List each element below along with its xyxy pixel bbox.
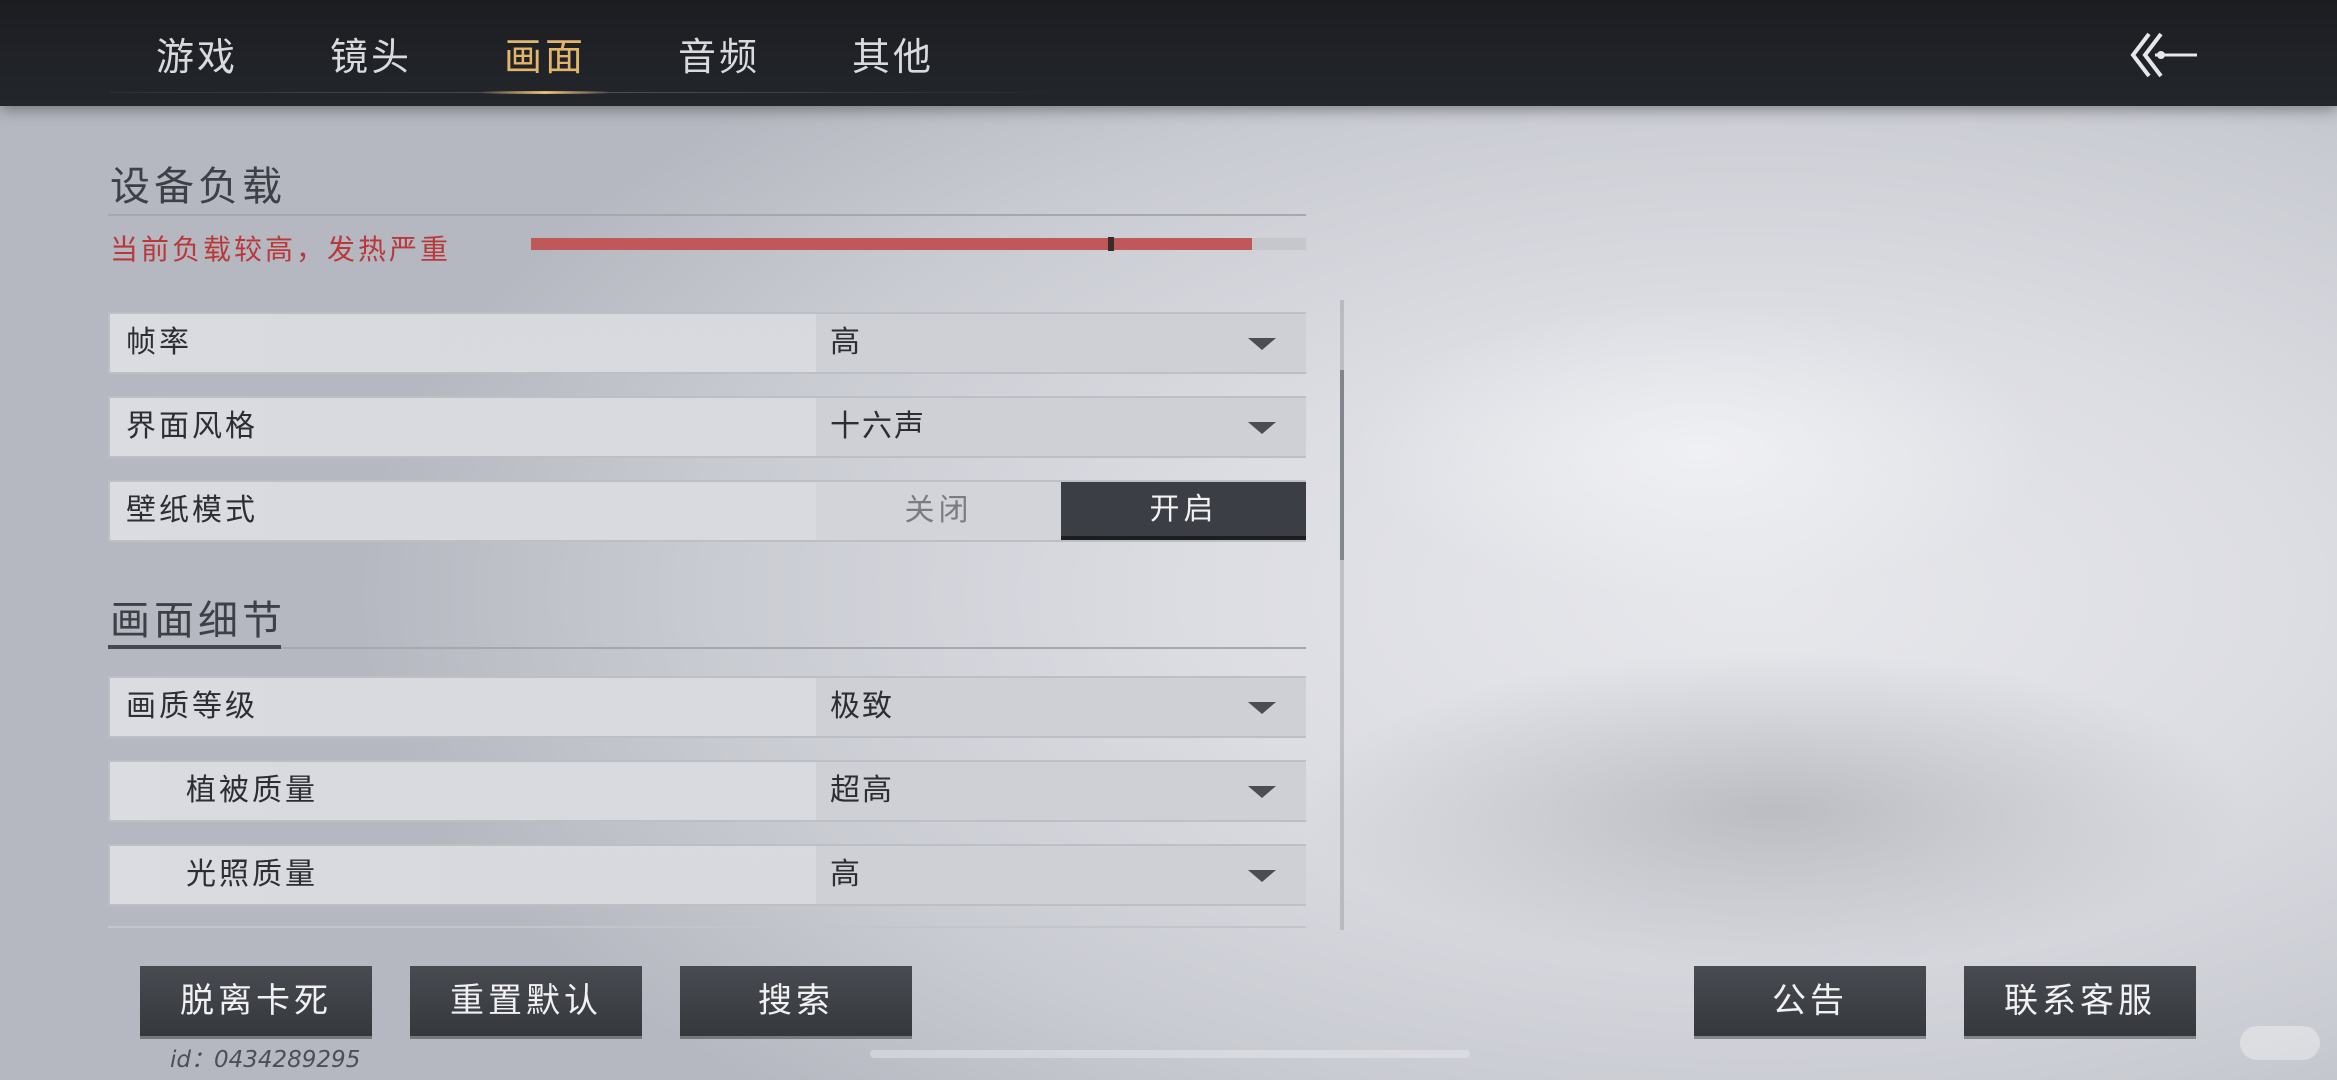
tab-game[interactable]: 游戏	[110, 0, 284, 106]
lighting-quality-label: 光照质量	[186, 857, 318, 892]
announcement-button[interactable]: 公告	[1694, 966, 1926, 1036]
reset-default-button[interactable]: 重置默认	[410, 966, 642, 1036]
tab-graphics[interactable]: 画面	[458, 0, 632, 106]
chevron-down-icon	[1248, 422, 1276, 434]
scrollbar-thumb[interactable]	[1340, 370, 1344, 560]
wallpaper-on-option[interactable]: 开启	[1061, 482, 1306, 540]
section-divider	[108, 214, 1306, 216]
load-meter-fill	[531, 238, 1252, 250]
load-warning-text: 当前负载较高，发热严重	[110, 233, 452, 266]
tab-camera[interactable]: 镜头	[284, 0, 458, 106]
vegetation-quality-value: 超高	[830, 773, 894, 808]
background-fog-light	[1350, 300, 2050, 600]
ui-style-label: 界面风格	[126, 409, 258, 444]
section-title-underline	[108, 645, 281, 649]
chevron-down-icon	[1248, 338, 1276, 350]
wallpaper-off-option[interactable]: 关闭	[816, 482, 1061, 540]
framerate-value: 高	[830, 325, 862, 360]
contact-support-button[interactable]: 联系客服	[1964, 966, 2196, 1036]
chevron-down-icon	[1248, 870, 1276, 882]
background-fog	[1300, 650, 2250, 970]
wallpaper-mode-toggle: 关闭 开启	[816, 482, 1306, 540]
device-load-title: 设备负载	[110, 164, 286, 210]
setting-row-wallpaper-mode: 壁纸模式 关闭 开启	[108, 480, 1306, 542]
ui-style-dropdown[interactable]: 十六声	[816, 398, 1306, 456]
graphics-settings-panel: 设备负载 当前负载较高，发热严重 帧率 高 界面风格 十六声 壁纸模式 关闭 开…	[108, 140, 1306, 930]
setting-row-framerate: 帧率 高	[108, 312, 1306, 374]
home-indicator	[870, 1050, 1470, 1058]
tab-divider	[110, 92, 1070, 93]
graphics-detail-title: 画面细节	[110, 598, 286, 644]
list-bottom-divider	[108, 926, 1306, 928]
chevron-down-icon	[1248, 786, 1276, 798]
quality-level-value: 极致	[830, 689, 894, 724]
setting-row-vegetation-quality: 植被质量 超高	[108, 760, 1306, 822]
search-button[interactable]: 搜索	[680, 966, 912, 1036]
ui-style-value: 十六声	[830, 409, 926, 444]
floating-badge[interactable]	[2240, 1026, 2320, 1060]
load-meter-marker	[1108, 237, 1114, 251]
quality-level-label: 画质等级	[126, 689, 258, 724]
lighting-quality-value: 高	[830, 857, 862, 892]
player-id: id：0434289295	[170, 1047, 361, 1073]
framerate-label: 帧率	[126, 325, 192, 360]
tab-audio[interactable]: 音频	[632, 0, 806, 106]
setting-row-lighting-quality: 光照质量 高	[108, 844, 1306, 906]
back-arrow-icon[interactable]	[2127, 30, 2217, 80]
vegetation-quality-dropdown[interactable]: 超高	[816, 762, 1306, 820]
setting-row-ui-style: 界面风格 十六声	[108, 396, 1306, 458]
framerate-dropdown[interactable]: 高	[816, 314, 1306, 372]
settings-tabs: 游戏 镜头 画面 音频 其他	[110, 0, 980, 106]
setting-row-quality-level: 画质等级 极致	[108, 676, 1306, 738]
unstuck-button[interactable]: 脱离卡死	[140, 966, 372, 1036]
wallpaper-mode-label: 壁纸模式	[126, 493, 258, 528]
chevron-down-icon	[1248, 702, 1276, 714]
quality-level-dropdown[interactable]: 极致	[816, 678, 1306, 736]
lighting-quality-dropdown[interactable]: 高	[816, 846, 1306, 904]
load-meter	[531, 237, 1306, 251]
top-navigation-bar: 游戏 镜头 画面 音频 其他	[0, 0, 2337, 106]
tab-other[interactable]: 其他	[806, 0, 980, 106]
vegetation-quality-label: 植被质量	[186, 773, 318, 808]
section-divider	[108, 647, 1306, 649]
